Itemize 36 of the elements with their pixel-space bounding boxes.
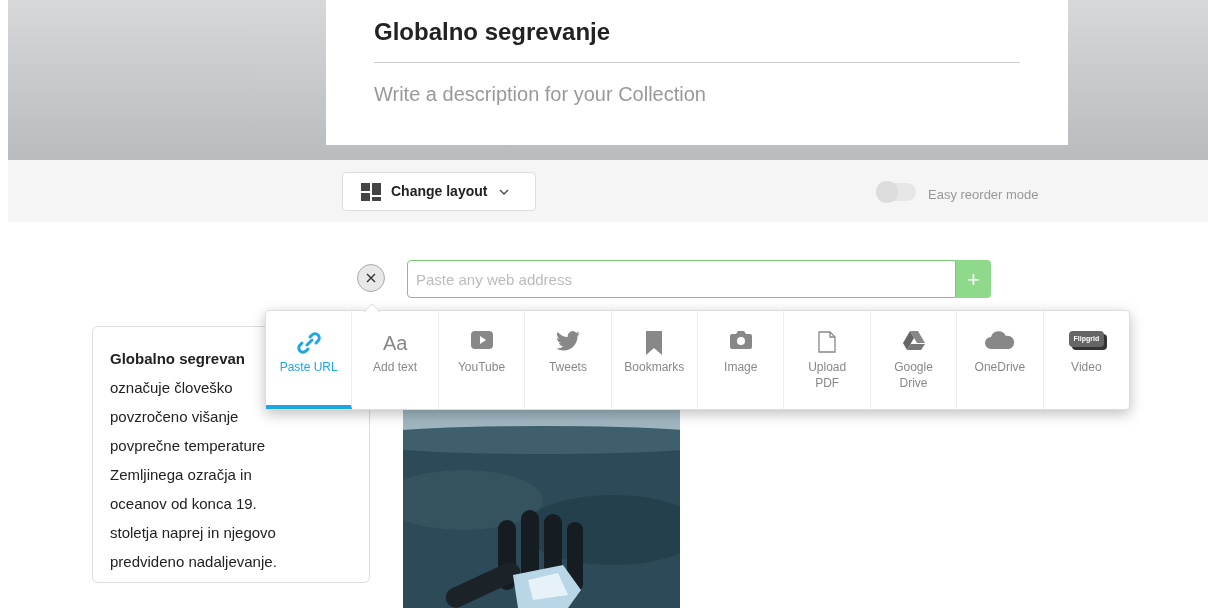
card-text-line: oceanov od konca 19. — [110, 494, 257, 514]
toggle-label: Easy reorder mode — [928, 186, 1039, 204]
menu-tab[interactable]: Upload PDF — [784, 311, 871, 409]
description-field[interactable]: Write a description for your Collection — [374, 79, 1020, 109]
card-text-line: Zemljinega ozračja in — [110, 465, 252, 485]
card-text-line: predvideno nadaljevanje. — [110, 552, 277, 572]
layout-icon — [361, 182, 381, 201]
card-text-line: povzročeno višanje — [110, 407, 239, 427]
change-layout-button[interactable]: Change layout — [342, 172, 536, 211]
cloud-icon — [984, 331, 1015, 349]
card-text-line: stoletja naprej in njegovo — [110, 523, 276, 543]
menu-tab[interactable]: Image — [698, 311, 785, 409]
menu-tab[interactable]: Bookmarks — [611, 311, 699, 409]
close-button[interactable] — [357, 264, 385, 292]
file-icon — [818, 331, 837, 353]
collection-title[interactable]: Globalno segrevanje — [374, 14, 1020, 63]
bird-icon — [555, 331, 580, 351]
card-text-line: povprečne temperature — [110, 436, 266, 456]
menu-tab[interactable]: YouTube — [438, 311, 526, 409]
menu-tab[interactable]: Aa Add text — [352, 311, 439, 409]
camera-icon — [729, 331, 752, 349]
menu-tab[interactable]: Paste URL — [266, 311, 353, 409]
link-icon — [296, 331, 321, 355]
card-text-line: označuje človeško — [110, 378, 233, 398]
reorder-toggle[interactable] — [878, 183, 916, 201]
close-icon — [366, 273, 376, 283]
url-input-field[interactable]: Paste any web address — [407, 260, 956, 298]
menu-tab[interactable]: Google Drive — [870, 311, 958, 409]
chevron-down-icon — [499, 188, 510, 195]
menu-tab[interactable]: OneDrive — [957, 311, 1044, 409]
play-icon — [470, 331, 493, 349]
card-text-line: Globalno segrevan — [110, 349, 246, 369]
menu-tab[interactable]: Tweets — [525, 311, 612, 409]
bookmark-icon — [646, 331, 663, 355]
text-icon: Aa — [382, 331, 408, 355]
triangle-icon — [902, 331, 925, 350]
